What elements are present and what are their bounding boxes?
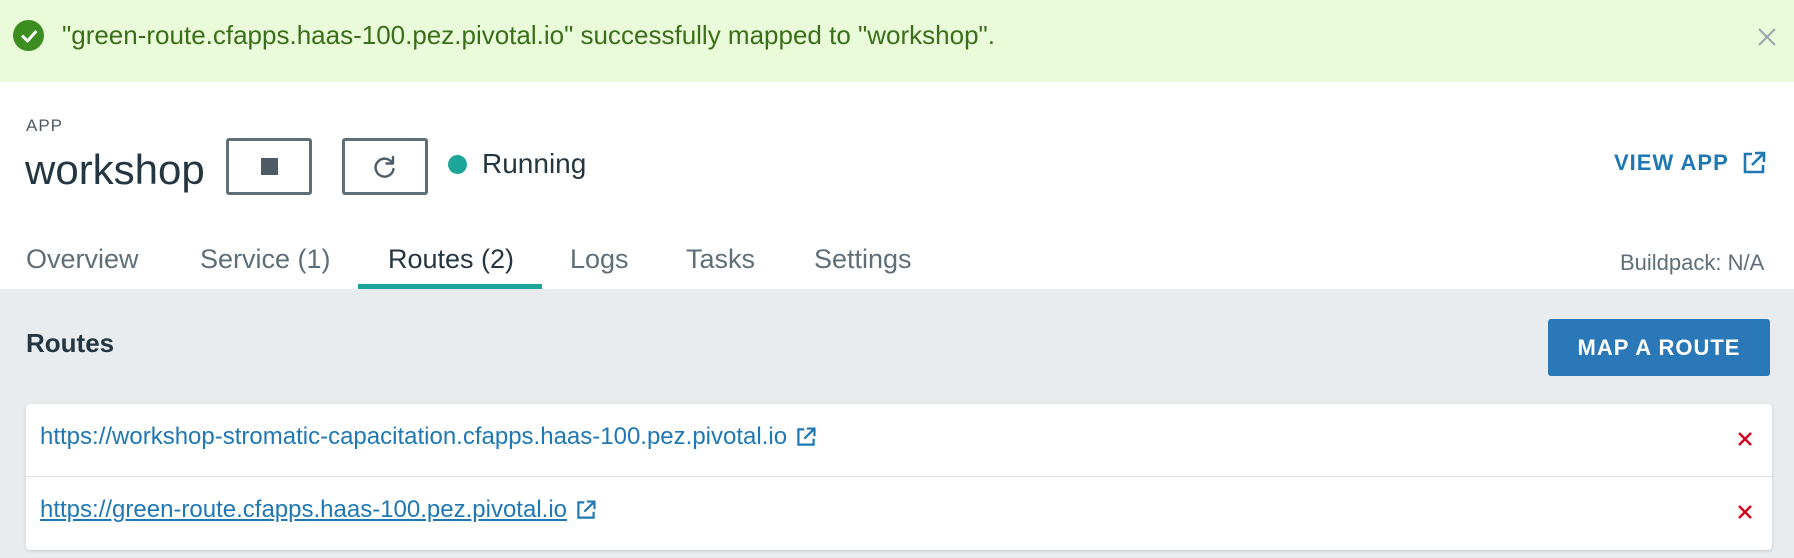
app-name: workshop [25,146,205,193]
tab-bar: Overview Service (1) Routes (2) Logs Tas… [0,238,1794,290]
route-row: https://green-route.cfapps.haas-100.pez.… [26,477,1772,550]
stop-button[interactable] [226,138,312,195]
external-link-icon [1743,151,1766,174]
external-link-icon [797,427,816,446]
tab-overview[interactable]: Overview [26,238,139,280]
tab-service[interactable]: Service (1) [200,238,331,280]
check-circle-icon [13,20,44,51]
success-alert: "green-route.cfapps.haas-100.pez.pivotal… [0,0,1794,82]
tab-settings[interactable]: Settings [814,238,912,280]
route-url: https://green-route.cfapps.haas-100.pez.… [40,496,567,523]
alert-message: "green-route.cfapps.haas-100.pez.pivotal… [62,20,995,50]
route-link[interactable]: https://green-route.cfapps.haas-100.pez.… [40,496,597,524]
buildpack-info: Buildpack: N/A [1620,250,1765,275]
restart-icon [374,155,395,178]
app-label: APP [26,116,64,135]
app-status: Running [482,148,587,179]
route-link[interactable]: https://workshop-stromatic-capacitation.… [40,423,817,451]
restart-button[interactable] [342,138,428,195]
external-link-icon [577,500,596,519]
tab-tasks[interactable]: Tasks [686,238,755,280]
stop-icon [260,158,278,175]
routes-title: Routes [26,328,115,358]
tab-logs[interactable]: Logs [570,238,629,280]
delete-route-icon[interactable] [1734,501,1756,523]
view-app-label: VIEW APP [1614,150,1729,175]
route-row: https://workshop-stromatic-capacitation.… [26,404,1772,477]
delete-route-icon[interactable] [1734,428,1756,450]
tab-routes[interactable]: Routes (2) [388,238,514,280]
map-route-button[interactable]: MAP A ROUTE [1548,319,1770,376]
view-app-link[interactable]: VIEW APP [1614,150,1767,176]
route-url: https://workshop-stromatic-capacitation.… [40,423,788,450]
close-icon[interactable] [1752,22,1782,52]
route-list: https://workshop-stromatic-capacitation.… [26,404,1772,550]
status-dot [448,155,467,174]
